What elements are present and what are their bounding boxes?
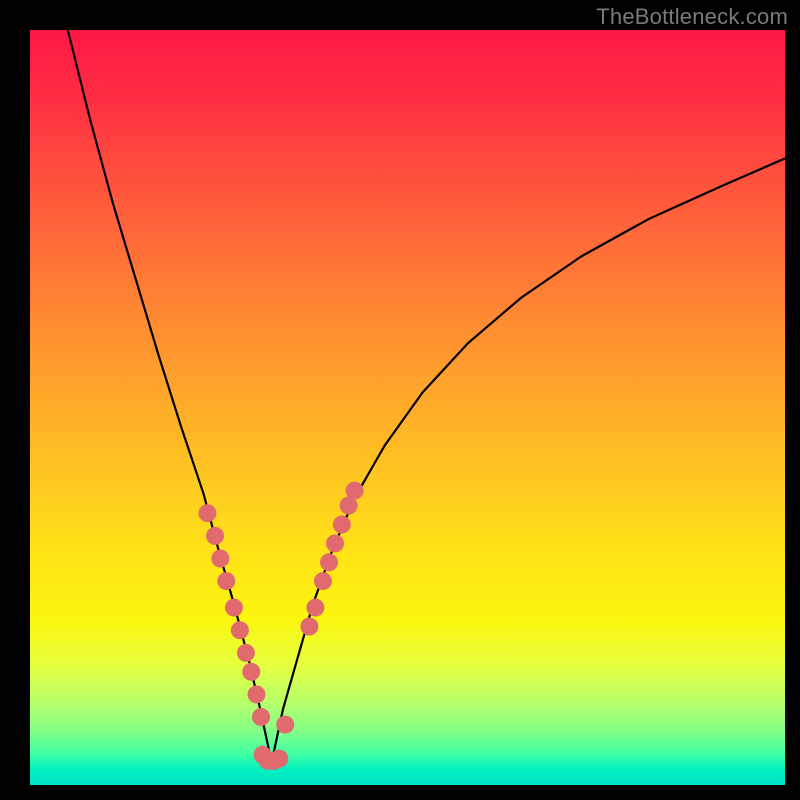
highlight-dot	[346, 482, 364, 500]
highlight-dot	[320, 553, 338, 571]
highlight-dot	[211, 550, 229, 568]
highlight-dot	[300, 618, 318, 636]
highlight-dot	[276, 716, 294, 734]
chart-container: TheBottleneck.com	[0, 0, 800, 800]
highlight-dot	[306, 599, 324, 617]
highlight-dot	[242, 663, 260, 681]
highlight-dot	[225, 599, 243, 617]
highlight-dot	[206, 527, 224, 545]
highlight-dot	[237, 644, 255, 662]
curve-svg	[30, 30, 785, 785]
highlight-dot	[252, 708, 270, 726]
highlight-dot	[270, 750, 288, 768]
highlight-dot	[231, 621, 249, 639]
watermark-text: TheBottleneck.com	[596, 4, 788, 30]
plot-area	[30, 30, 785, 785]
highlight-dot	[333, 516, 351, 534]
highlight-dot	[198, 504, 216, 522]
highlight-dot	[314, 572, 332, 590]
highlight-dot	[217, 572, 235, 590]
highlight-dot	[326, 534, 344, 552]
highlight-dot	[248, 685, 266, 703]
highlighted-points-group	[198, 482, 363, 770]
bottleneck-curve	[68, 30, 785, 762]
